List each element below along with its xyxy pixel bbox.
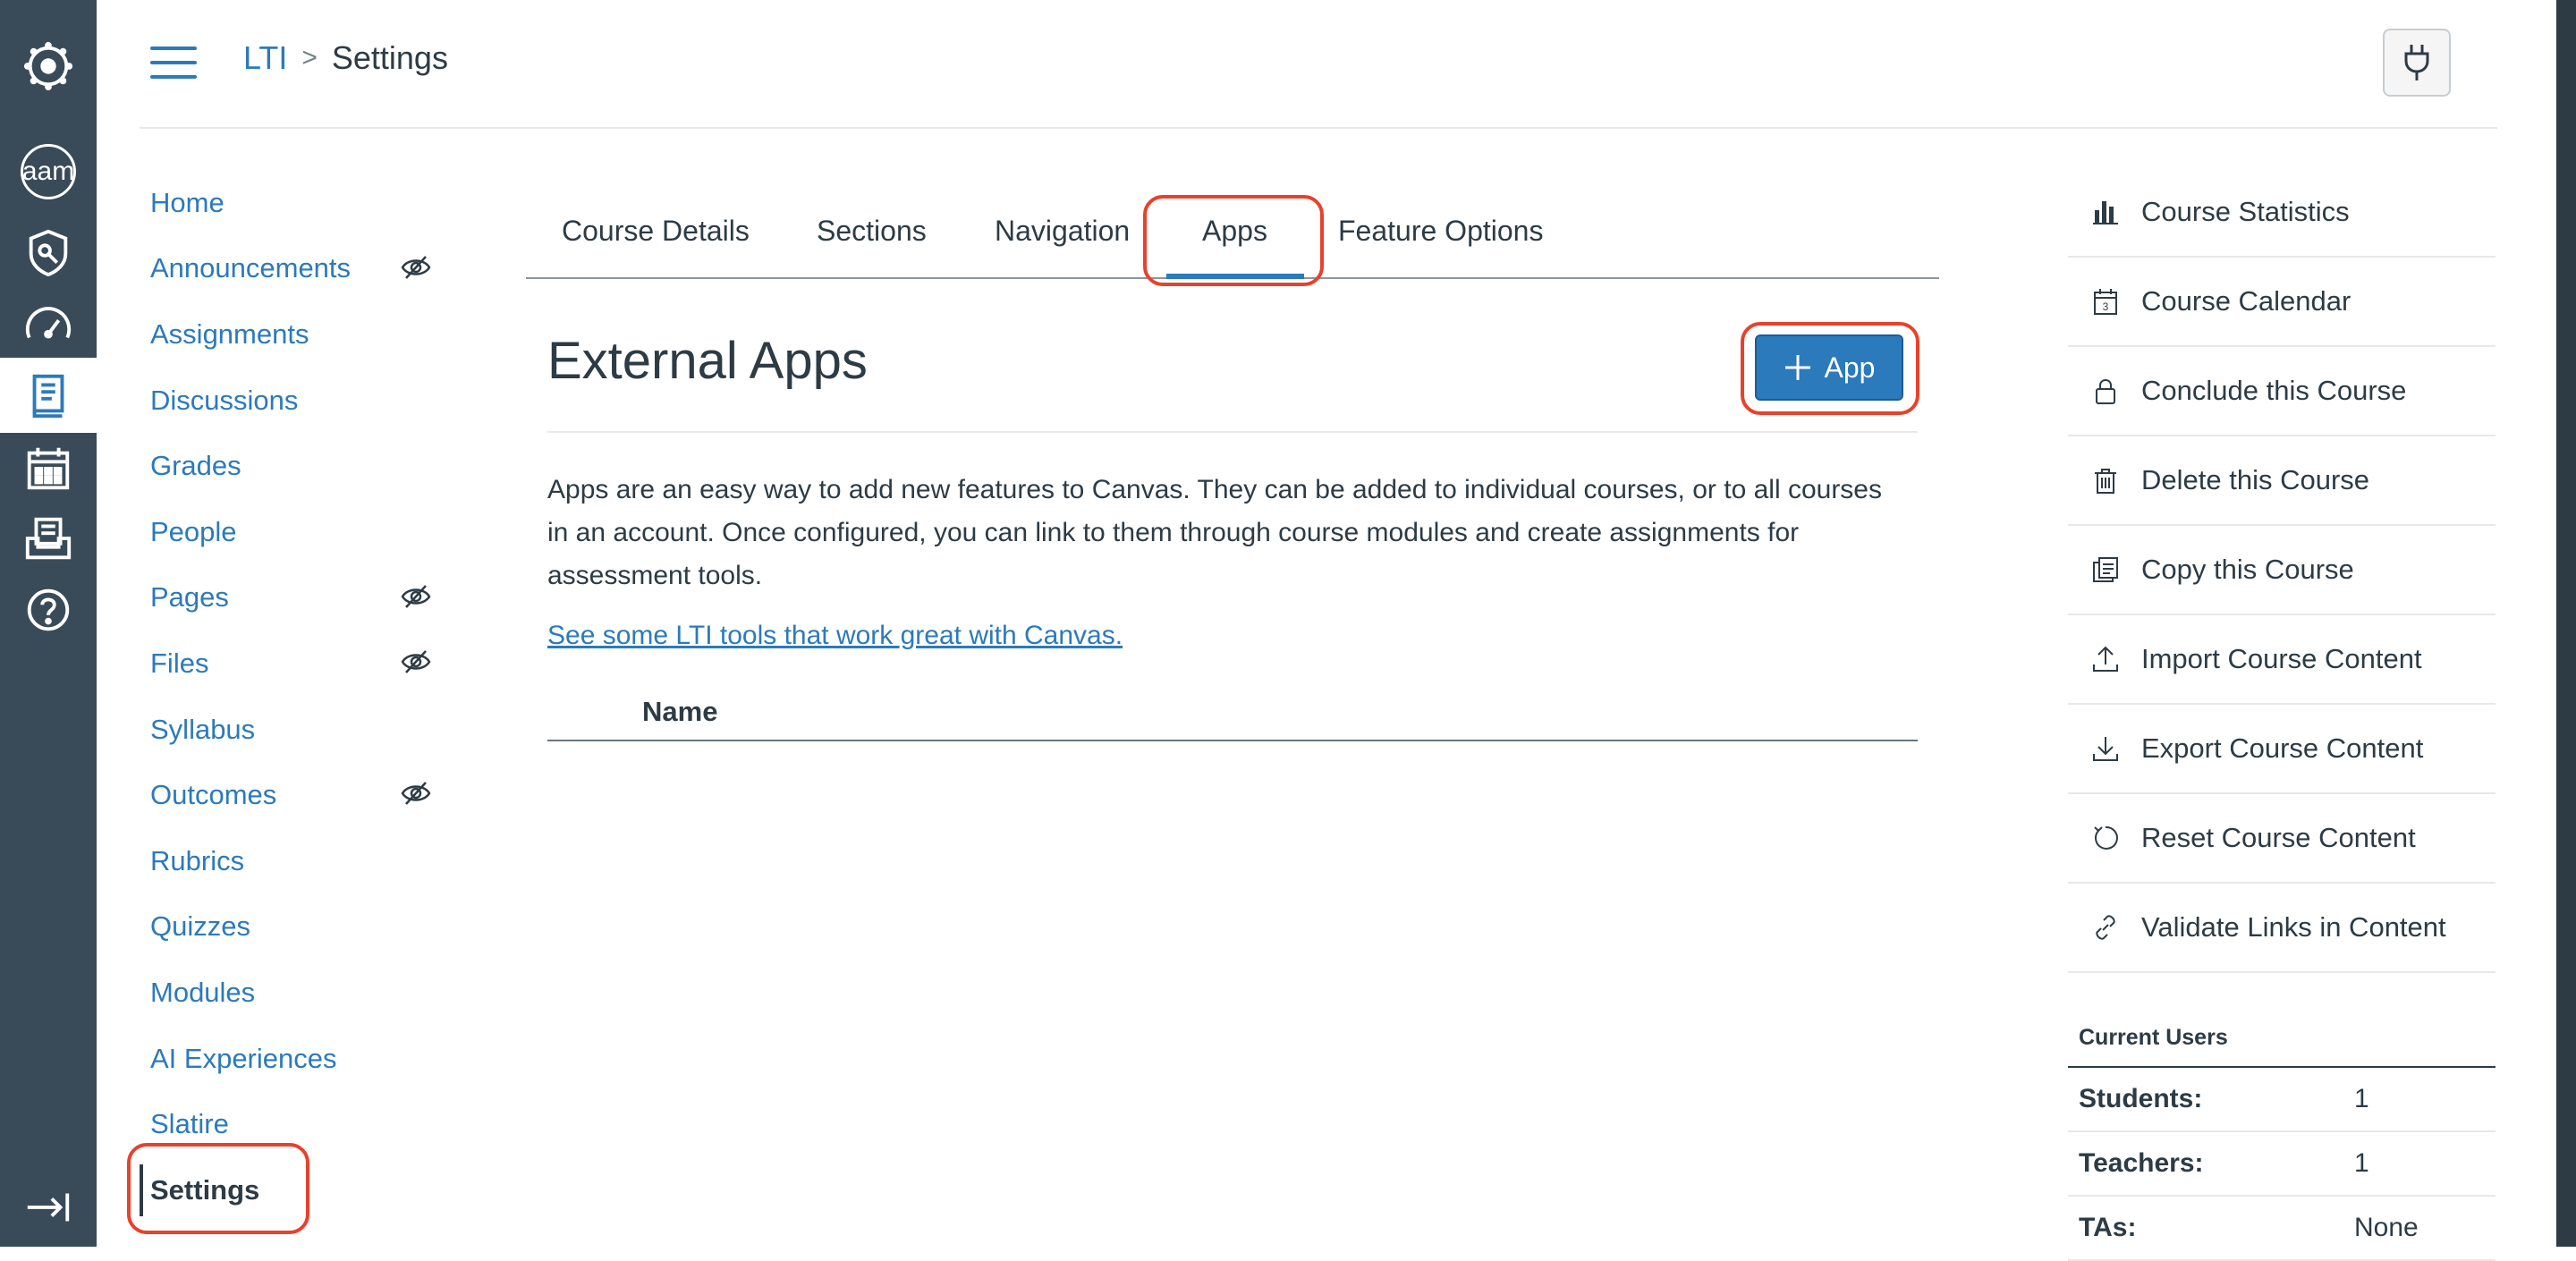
- inbox-nav-item[interactable]: [0, 501, 97, 576]
- plug-icon: [2404, 45, 2429, 80]
- tab-navigation[interactable]: Navigation: [995, 215, 1130, 248]
- course-nav-assignments[interactable]: Assignments: [150, 301, 445, 368]
- reset-course-content-link[interactable]: Reset Course Content: [2068, 794, 2496, 884]
- current-users-value: 1: [2354, 1084, 2369, 1113]
- course-menu-toggle[interactable]: [150, 47, 197, 82]
- eye-slash-icon: [401, 782, 431, 806]
- lti-tools-link[interactable]: See some LTI tools that work great with …: [547, 621, 1123, 651]
- calendar-icon: 3: [2094, 289, 2117, 315]
- course-nav-people[interactable]: People: [150, 499, 445, 565]
- current-users-value: 1: [2354, 1148, 2369, 1178]
- course-nav-outcomes[interactable]: Outcomes: [150, 762, 445, 828]
- highlight-add-app: [1741, 322, 1919, 415]
- window-edge: [2556, 0, 2576, 1247]
- collapse-arrow-icon: [27, 1193, 70, 1222]
- breadcrumb: LTI > Settings: [243, 39, 448, 77]
- page-title: External Apps: [547, 332, 868, 390]
- current-users-label: Teachers:: [2079, 1148, 2204, 1178]
- upload-icon: [2093, 646, 2118, 672]
- lock-icon: [2096, 379, 2115, 404]
- current-users-row: Teachers: 1: [2068, 1132, 2496, 1197]
- book-icon: [32, 374, 64, 419]
- table-header-rule: [547, 740, 1918, 741]
- current-users-label: TAs:: [2079, 1213, 2137, 1242]
- dashboard-nav-item[interactable]: [0, 288, 97, 363]
- eye-slash-icon: [401, 584, 431, 608]
- course-nav-quizzes[interactable]: Quizzes: [150, 894, 445, 961]
- course-nav-announcements[interactable]: Announcements: [150, 236, 445, 302]
- breadcrumb-current: Settings: [331, 39, 448, 76]
- course-nav-pages[interactable]: Pages: [150, 565, 445, 631]
- current-users-row: TAs: None: [2068, 1197, 2496, 1261]
- collapse-nav-button[interactable]: [0, 1170, 97, 1245]
- course-nav-files[interactable]: Files: [150, 630, 445, 697]
- delete-course-link[interactable]: Delete this Course: [2068, 436, 2496, 526]
- tab-sections[interactable]: Sections: [817, 215, 927, 248]
- breadcrumb-course-link[interactable]: LTI: [243, 39, 287, 77]
- export-course-content-link[interactable]: Export Course Content: [2068, 705, 2496, 794]
- inbox-icon: [25, 517, 72, 560]
- shield-icon: [29, 229, 68, 277]
- course-settings-sidebar: Course Statistics 3 Course Calendar Conc…: [2068, 168, 2496, 973]
- breadcrumb-separator: >: [301, 43, 318, 72]
- help-nav-item[interactable]: [0, 572, 97, 647]
- course-nav-ai-experiences[interactable]: AI Experiences: [150, 1026, 445, 1092]
- table-header-name[interactable]: Name: [642, 696, 717, 728]
- course-nav-home[interactable]: Home: [150, 170, 445, 236]
- reset-icon: [2094, 825, 2118, 850]
- question-icon: [27, 588, 70, 631]
- link-icon: [2096, 915, 2115, 940]
- current-users-value: None: [2354, 1213, 2419, 1242]
- bar-chart-icon: [2093, 201, 2118, 224]
- course-nav: Home Announcements Assignments Discussio…: [140, 170, 445, 1223]
- course-nav-modules[interactable]: Modules: [150, 960, 445, 1026]
- course-statistics-link[interactable]: Course Statistics: [2068, 168, 2496, 258]
- courses-nav-item[interactable]: [0, 358, 97, 433]
- current-users-row: Students: 1: [2068, 1068, 2496, 1132]
- download-icon: [2093, 737, 2118, 761]
- copy-icon: [2093, 557, 2118, 582]
- conclude-course-link[interactable]: Conclude this Course: [2068, 347, 2496, 436]
- page-header: LTI > Settings: [140, 0, 2497, 129]
- course-nav-discussions[interactable]: Discussions: [150, 368, 445, 434]
- apps-description: Apps are an easy way to add new features…: [547, 475, 1882, 590]
- course-nav-syllabus[interactable]: Syllabus: [150, 697, 445, 763]
- validate-links-link[interactable]: Validate Links in Content: [2068, 884, 2496, 973]
- current-users-heading: Current Users: [2079, 1025, 2228, 1050]
- highlight-apps-tab: [1143, 195, 1324, 286]
- plugin-button[interactable]: [2383, 29, 2451, 97]
- course-nav-rubrics[interactable]: Rubrics: [150, 828, 445, 894]
- account-nav-item[interactable]: aam: [0, 134, 97, 209]
- svg-text:3: 3: [2103, 300, 2109, 313]
- canvas-logo-icon[interactable]: [0, 29, 97, 104]
- calendar-nav-item[interactable]: [0, 431, 97, 506]
- trash-icon: [2095, 469, 2116, 494]
- calendar-icon: [27, 447, 70, 490]
- global-nav: aam: [0, 0, 97, 1247]
- eye-slash-icon: [401, 255, 431, 279]
- copy-course-link[interactable]: Copy this Course: [2068, 526, 2496, 615]
- eye-slash-icon: [401, 650, 431, 674]
- title-divider: [547, 431, 1918, 433]
- current-users-label: Students:: [2079, 1084, 2203, 1113]
- current-users-table: Students: 1 Teachers: 1 TAs: None: [2068, 1066, 2496, 1261]
- speedometer-icon: [25, 307, 72, 339]
- avatar: aam: [21, 144, 76, 199]
- highlight-settings: [127, 1143, 309, 1234]
- hamburger-icon: [150, 47, 197, 50]
- course-nav-grades[interactable]: Grades: [150, 433, 445, 499]
- course-calendar-link[interactable]: 3 Course Calendar: [2068, 258, 2496, 347]
- tab-feature-options[interactable]: Feature Options: [1338, 215, 1543, 248]
- import-course-content-link[interactable]: Import Course Content: [2068, 615, 2496, 705]
- tab-course-details[interactable]: Course Details: [562, 215, 750, 248]
- admin-nav-item[interactable]: [0, 215, 97, 290]
